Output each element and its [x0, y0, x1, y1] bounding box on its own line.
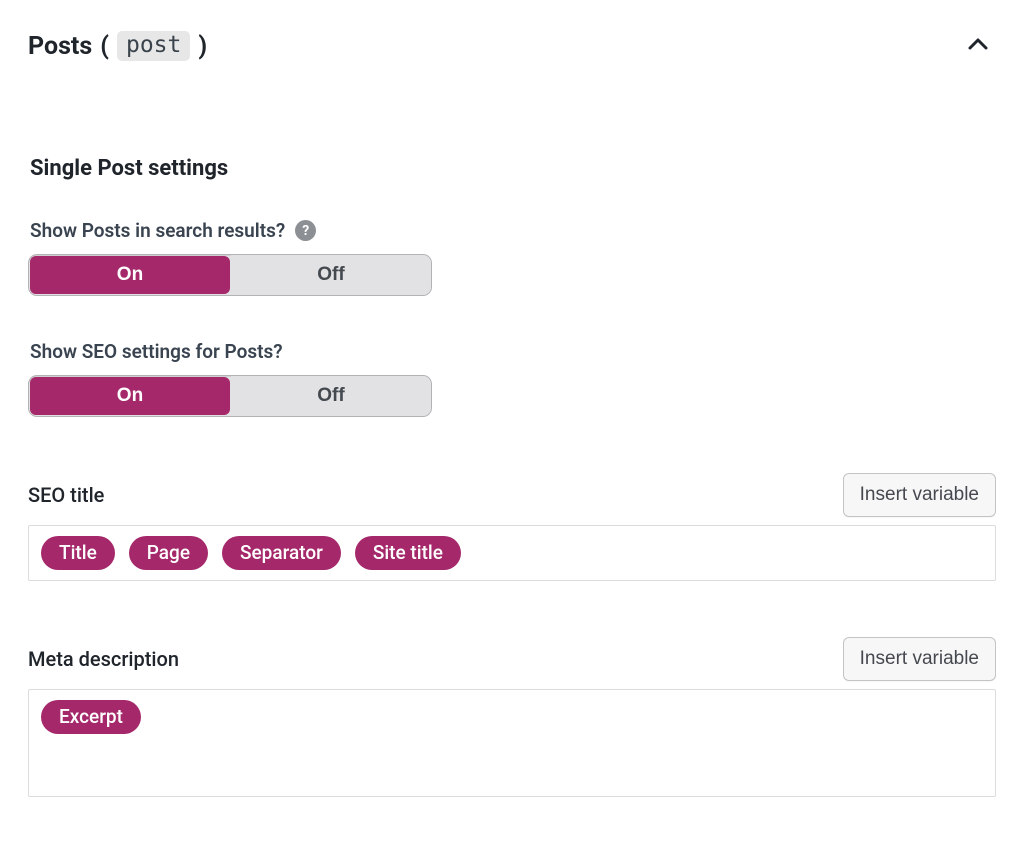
seo-settings-off-button[interactable]: Off: [231, 376, 431, 416]
seo-title-input[interactable]: Title Page Separator Site title: [28, 525, 996, 581]
collapse-toggle[interactable]: [960, 28, 996, 64]
seo-title-field-row: SEO title Insert variable: [28, 473, 996, 517]
variable-pill[interactable]: Page: [129, 536, 208, 570]
chevron-up-icon: [966, 33, 990, 60]
post-type-slug: post: [117, 31, 190, 61]
posts-settings-panel: Posts ( post ) Single Post settings Show…: [0, 0, 1024, 837]
search-results-off-button[interactable]: Off: [231, 255, 431, 295]
paren-open: (: [100, 32, 109, 61]
search-results-label-row: Show Posts in search results? ?: [30, 219, 994, 242]
meta-description-input[interactable]: Excerpt: [28, 689, 996, 797]
search-results-toggle: On Off: [28, 254, 432, 296]
paren-close: ): [198, 32, 207, 61]
section-header: Posts ( post ): [24, 28, 1000, 64]
search-results-label: Show Posts in search results?: [30, 219, 285, 242]
variable-pill[interactable]: Separator: [222, 536, 341, 570]
variable-pill[interactable]: Site title: [355, 536, 461, 570]
seo-settings-on-button[interactable]: On: [30, 377, 230, 415]
section-title-prefix: Posts: [28, 32, 92, 61]
seo-settings-label-row: Show SEO settings for Posts?: [30, 340, 994, 363]
seo-title-label: SEO title: [28, 483, 104, 507]
meta-description-insert-variable-button[interactable]: Insert variable: [843, 637, 996, 681]
section-title: Posts ( post ): [28, 31, 207, 61]
seo-settings-label: Show SEO settings for Posts?: [30, 340, 283, 363]
search-results-on-button[interactable]: On: [30, 256, 230, 294]
meta-description-label: Meta description: [28, 647, 179, 671]
variable-pill[interactable]: Title: [41, 536, 115, 570]
meta-description-field-row: Meta description Insert variable: [28, 637, 996, 681]
seo-settings-toggle: On Off: [28, 375, 432, 417]
variable-pill[interactable]: Excerpt: [41, 700, 141, 734]
subsection-heading: Single Post settings: [30, 156, 996, 181]
help-icon[interactable]: ?: [295, 220, 316, 241]
seo-title-insert-variable-button[interactable]: Insert variable: [843, 473, 996, 517]
